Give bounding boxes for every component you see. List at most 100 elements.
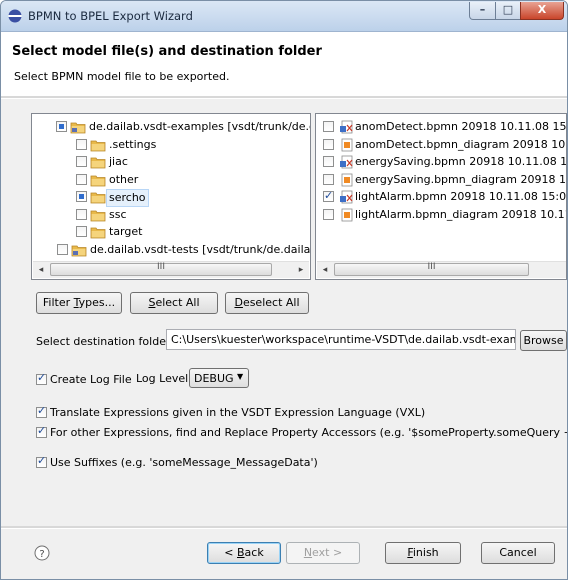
replace-accessors-checkbox[interactable] bbox=[36, 424, 47, 438]
file-item-label: anomDetect.bpmn_diagram 20918 10.11. bbox=[355, 137, 567, 151]
mnemonic: B bbox=[237, 546, 245, 559]
cancel-button[interactable]: Cancel bbox=[481, 542, 555, 564]
use-suffixes-label: Use Suffixes (e.g. 'someMessage_MessageD… bbox=[50, 456, 318, 469]
tree-item-checkbox[interactable] bbox=[76, 226, 87, 237]
close-icon: X bbox=[537, 3, 547, 16]
log-level-select[interactable]: DEBUG ▼ bbox=[189, 368, 249, 388]
tree-item-checkbox[interactable] bbox=[57, 243, 68, 255]
bpmn-file-icon bbox=[339, 190, 355, 204]
page-title: Select model file(s) and destination fol… bbox=[12, 44, 322, 59]
page-description: Select BPMN model file to be exported. bbox=[14, 70, 230, 83]
svg-text:?: ? bbox=[39, 549, 44, 560]
project-folder-icon bbox=[70, 120, 86, 134]
header-separator bbox=[1, 96, 567, 99]
scrollbar-grip-icon: III bbox=[427, 262, 436, 272]
scrollbar-thumb[interactable]: III bbox=[50, 262, 272, 276]
diagram-file-icon bbox=[339, 138, 355, 152]
file-item-checkbox[interactable] bbox=[323, 156, 334, 167]
project-folder-icon bbox=[71, 243, 87, 257]
button-label: ext > bbox=[312, 546, 343, 559]
wizard-header: Select model file(s) and destination fol… bbox=[1, 32, 567, 96]
bpmn-file-icon bbox=[339, 120, 355, 134]
file-item-label: anomDetect.bpmn 20918 10.11.08 15:05 bbox=[355, 120, 567, 133]
wizard-window: BPMN to BPEL Export Wizard – □ X Select … bbox=[0, 0, 568, 580]
diagram-file-icon bbox=[339, 208, 355, 222]
mnemonic: D bbox=[234, 296, 243, 309]
scrollbar-thumb[interactable]: III bbox=[334, 262, 529, 276]
destination-folder-input[interactable]: C:\Users\kuester\workspace\runtime-VSDT\… bbox=[166, 329, 516, 350]
finish-button[interactable]: Finish bbox=[385, 542, 461, 564]
next-button[interactable]: Next > bbox=[286, 542, 360, 564]
tree-item-label: sercho bbox=[106, 189, 149, 207]
back-button[interactable]: < Back bbox=[207, 542, 281, 564]
folder-tree[interactable]: de.dailab.vsdt-examples [vsdt/trunk/de.d… bbox=[31, 113, 311, 280]
tree-item-checkbox[interactable] bbox=[76, 156, 87, 167]
file-item-checkbox[interactable] bbox=[323, 121, 334, 132]
window-title: BPMN to BPEL Export Wizard bbox=[28, 9, 193, 23]
button-label: ack bbox=[244, 546, 264, 559]
maximize-button[interactable]: □ bbox=[495, 2, 521, 20]
scroll-left-arrow-icon[interactable]: ◂ bbox=[33, 262, 49, 278]
use-suffixes-option[interactable]: Use Suffixes (e.g. 'someMessage_MessageD… bbox=[36, 454, 318, 470]
footer-separator bbox=[1, 526, 567, 529]
use-suffixes-checkbox[interactable] bbox=[36, 454, 47, 468]
scroll-left-arrow-icon[interactable]: ◂ bbox=[317, 262, 333, 278]
tree-horizontal-scrollbar[interactable]: ◂ III ▸ bbox=[33, 261, 309, 278]
folder-icon bbox=[90, 173, 106, 187]
button-label: inish bbox=[412, 546, 439, 559]
scrollbar-grip-icon: III bbox=[157, 262, 165, 272]
select-all-button[interactable]: Select All bbox=[130, 292, 218, 314]
file-item-checkbox[interactable] bbox=[323, 138, 334, 150]
tree-item-checkbox[interactable] bbox=[76, 173, 87, 185]
replace-accessors-label: For other Expressions, find and Replace … bbox=[50, 426, 568, 439]
app-icon bbox=[8, 9, 22, 23]
folder-icon bbox=[90, 190, 106, 204]
tree-item-label: other bbox=[109, 172, 139, 186]
create-log-checkbox[interactable] bbox=[36, 371, 47, 385]
file-item-label: lightAlarm.bpmn 20918 10.11.08 15:05 ku bbox=[355, 190, 567, 203]
scroll-right-arrow-icon[interactable]: ▸ bbox=[293, 262, 309, 278]
minimize-button[interactable]: – bbox=[469, 2, 496, 20]
tree-item-label: .settings bbox=[109, 137, 157, 151]
maximize-icon: □ bbox=[502, 3, 514, 16]
destination-label: Select destination folder: bbox=[36, 335, 175, 348]
folder-icon bbox=[90, 208, 106, 222]
button-label: ypes... bbox=[78, 296, 116, 309]
tree-item-label: jiac bbox=[109, 155, 128, 168]
button-label: < bbox=[224, 546, 237, 559]
log-level-value: DEBUG bbox=[194, 372, 234, 385]
file-list[interactable]: anomDetect.bpmn 20918 10.11.08 15:05 anom… bbox=[315, 113, 567, 280]
folder-icon bbox=[90, 138, 106, 152]
tree-item-label: ssc bbox=[109, 207, 127, 221]
title-bar[interactable]: BPMN to BPEL Export Wizard – □ X bbox=[1, 1, 567, 32]
file-item-checkbox[interactable] bbox=[323, 208, 334, 220]
tree-item-checkbox[interactable] bbox=[56, 121, 67, 132]
chevron-down-icon: ▼ bbox=[237, 372, 244, 381]
tree-item-checkbox[interactable] bbox=[76, 191, 87, 202]
translate-expressions-label: Translate Expressions given in the VSDT … bbox=[50, 406, 426, 419]
bpmn-file-icon bbox=[339, 155, 355, 169]
file-item-checkbox[interactable] bbox=[323, 173, 334, 185]
file-item-checkbox[interactable] bbox=[323, 188, 334, 204]
translate-expressions-option[interactable]: Translate Expressions given in the VSDT … bbox=[36, 404, 426, 420]
tree-item-label: target bbox=[109, 225, 143, 238]
browse-button[interactable]: Browse bbox=[520, 330, 567, 351]
help-icon[interactable]: ? bbox=[34, 545, 50, 561]
deselect-all-button[interactable]: Deselect All bbox=[225, 292, 309, 314]
button-label: eselect All bbox=[242, 296, 300, 309]
close-button[interactable]: X bbox=[520, 2, 564, 20]
button-label: Filter bbox=[42, 296, 74, 309]
files-horizontal-scrollbar[interactable]: ◂ III bbox=[317, 261, 566, 278]
create-log-label: Create Log File bbox=[50, 373, 132, 386]
filter-types-button[interactable]: Filter Types... bbox=[36, 292, 122, 314]
translate-expressions-checkbox[interactable] bbox=[36, 404, 47, 418]
tree-item-checkbox[interactable] bbox=[76, 138, 87, 150]
folder-icon bbox=[90, 155, 106, 169]
tree-item-label: de.dailab.vsdt-examples [vsdt/trunk/de.d… bbox=[89, 120, 311, 133]
tree-item-checkbox[interactable] bbox=[76, 208, 87, 220]
log-level-label: Log Level bbox=[136, 372, 189, 385]
create-log-option[interactable]: Create Log File bbox=[36, 371, 132, 387]
replace-accessors-option[interactable]: For other Expressions, find and Replace … bbox=[36, 424, 568, 440]
file-item-label: energySaving.bpmn_diagram 20918 10.11 bbox=[355, 172, 567, 186]
minimize-icon: – bbox=[479, 3, 486, 16]
